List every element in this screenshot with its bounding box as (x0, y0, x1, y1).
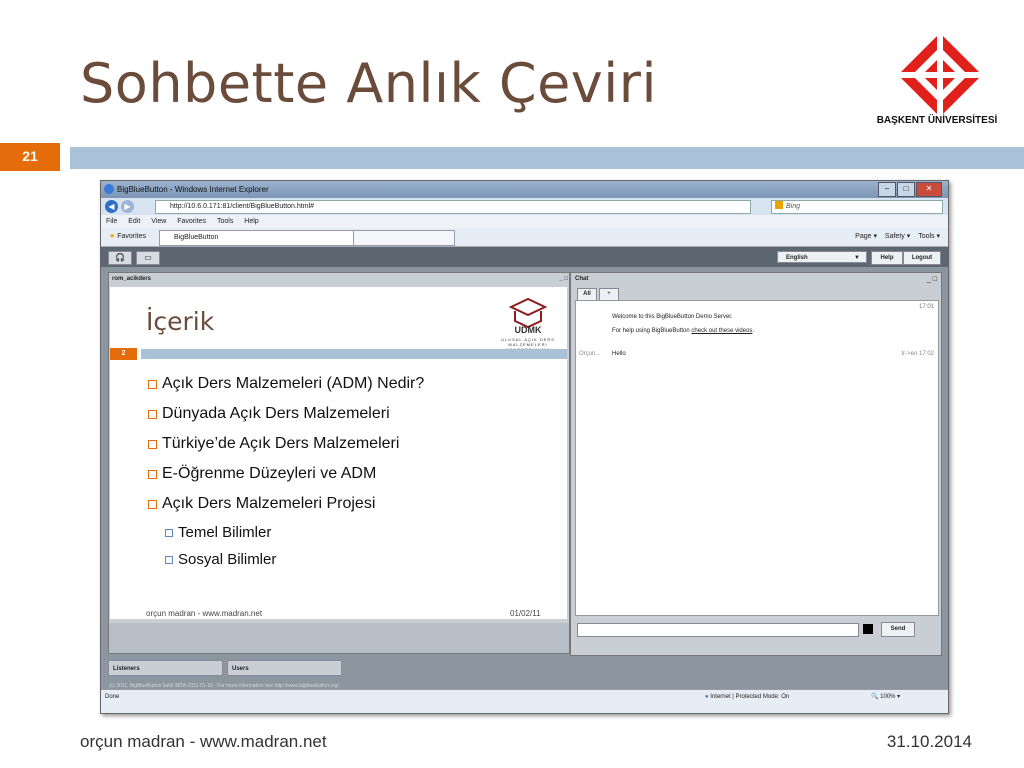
presentation-header: rom_acikders _ □ (109, 273, 572, 286)
maximize-button[interactable]: □ (897, 182, 915, 197)
message-sender: Orçun... (579, 351, 601, 357)
presentation-panel: rom_acikders _ □ İçerik UDMK ULUSAL AÇIK… (108, 272, 570, 654)
help-videos-link[interactable]: check out these videos (691, 328, 752, 334)
new-tab-button[interactable] (353, 230, 455, 246)
bigbluebutton-app: 🎧 ▭ English ▼ Help Logout rom_acikders _ … (101, 247, 948, 689)
presentation-controls (109, 623, 569, 653)
browser-tab[interactable]: BigBlueButton (159, 230, 365, 246)
status-done: Done (105, 694, 120, 700)
status-bar: Done ● Internet | Protected Mode: On 🔍 1… (101, 689, 948, 713)
chat-title: Chat (575, 276, 589, 282)
bullet-item: Açık Ders Malzemeleri Projesi (147, 495, 376, 512)
chat-input[interactable] (577, 623, 859, 637)
welcome-message: Welcome to this BigBlueButton Demo Serve… (612, 314, 733, 320)
sub-bullet-item: Sosyal Bilimler (164, 551, 277, 568)
menu-edit[interactable]: Edit (128, 218, 140, 225)
menu-help[interactable]: Help (244, 218, 258, 225)
chat-messages: 17:01 Welcome to this BigBlueButton Demo… (575, 300, 939, 616)
udmk-text: UDMK (514, 325, 542, 335)
logo-text: BAŞKENT ÜNİVERSİTESİ (876, 115, 998, 126)
inner-slide-number: 2 (110, 348, 137, 360)
chat-panel: Chat _ □ All + 17:01 Welcome to this Big… (570, 272, 942, 656)
app-toolbar: 🎧 ▭ English ▼ Help Logout (101, 247, 948, 267)
message-time: 17:01 (918, 304, 934, 310)
safety-menu[interactable]: Safety ▾ (885, 233, 910, 240)
bullet-item: Açık Ders Malzemeleri (ADM) Nedir? (147, 375, 425, 392)
help-button[interactable]: Help (871, 251, 903, 265)
footer-author: orçun madran - www.madran.net (80, 732, 327, 751)
minimize-button[interactable]: – (878, 182, 896, 197)
window-controls[interactable]: _ □ (559, 273, 568, 286)
sub-bullet-item: Temel Bilimler (164, 524, 272, 541)
send-button[interactable]: Send (881, 622, 915, 637)
menu-favorites[interactable]: Favorites (177, 218, 206, 225)
address-bar: ◀ ▶ http://10.6.0.171:81/client/BigBlueB… (101, 198, 948, 215)
language-select[interactable]: English ▼ (777, 251, 867, 263)
inner-divider-bar (141, 349, 567, 359)
tools-menu[interactable]: Tools ▾ (918, 233, 940, 240)
presentation-slide: İçerik UDMK ULUSAL AÇIK DERS MALZEMELERİ… (110, 287, 567, 619)
browser-window: BigBlueButton - Windows Internet Explore… (100, 180, 949, 714)
search-input[interactable]: Bing (771, 200, 943, 214)
bing-icon (775, 201, 783, 209)
slide-title: Sohbette Anlık Çeviri (80, 52, 657, 115)
help-message: For help using BigBlueButton check out t… (612, 328, 755, 334)
globe-icon: ● (705, 694, 709, 700)
favorites-button[interactable]: ★ Favorites (109, 228, 146, 246)
url-input[interactable]: http://10.6.0.171:81/client/BigBlueButto… (155, 200, 751, 214)
users-tab[interactable]: Users (227, 660, 342, 676)
logout-button[interactable]: Logout (903, 251, 941, 265)
menu-bar: File Edit View Favorites Tools Help (101, 215, 948, 228)
translation-time: tr->en 17:02 (901, 351, 934, 357)
menu-view[interactable]: View (151, 218, 166, 225)
close-button[interactable]: ✕ (916, 182, 942, 197)
listeners-tab[interactable]: Listeners (108, 660, 223, 676)
zoom-level[interactable]: 🔍 100% ▾ (871, 690, 900, 704)
footer-date: 31.10.2014 (886, 732, 972, 751)
bullet-item: Türkiye’de Açık Ders Malzemeleri (147, 435, 400, 452)
slide-number: 21 (0, 143, 60, 171)
chat-window-controls[interactable]: _ □ (927, 273, 937, 286)
menu-file[interactable]: File (106, 218, 117, 225)
window-title: BigBlueButton - Windows Internet Explore… (117, 185, 269, 194)
forward-button[interactable]: ▶ (121, 200, 134, 213)
title-divider-bar (70, 147, 1024, 169)
star-icon: ★ (109, 233, 116, 240)
favorites-bar: ★ Favorites BigBlueButton Page ▾ Safety … (101, 228, 948, 247)
security-zone: ● Internet | Protected Mode: On (705, 694, 790, 700)
bullet-item: E-Öğrenme Düzeyleri ve ADM (147, 465, 377, 482)
ie-icon (104, 184, 114, 194)
webcam-icon[interactable]: ▭ (136, 251, 160, 265)
page-menu[interactable]: Page ▾ (855, 233, 877, 240)
menu-tools[interactable]: Tools (217, 218, 233, 225)
headset-icon[interactable]: 🎧 (108, 251, 132, 265)
chevron-down-icon: ▼ (854, 255, 860, 261)
back-button[interactable]: ◀ (105, 200, 118, 213)
window-titlebar: BigBlueButton - Windows Internet Explore… (101, 181, 948, 198)
inner-footer-left: orçun madran - www.madran.net (146, 609, 263, 618)
inner-footer-right: 01/02/11 (510, 609, 541, 618)
text-color-picker[interactable] (863, 624, 873, 634)
inner-slide-title: İçerik (146, 307, 215, 336)
chat-message: Hello (612, 351, 626, 357)
bullet-item: Dünyada Açık Ders Malzemeleri (148, 405, 390, 422)
